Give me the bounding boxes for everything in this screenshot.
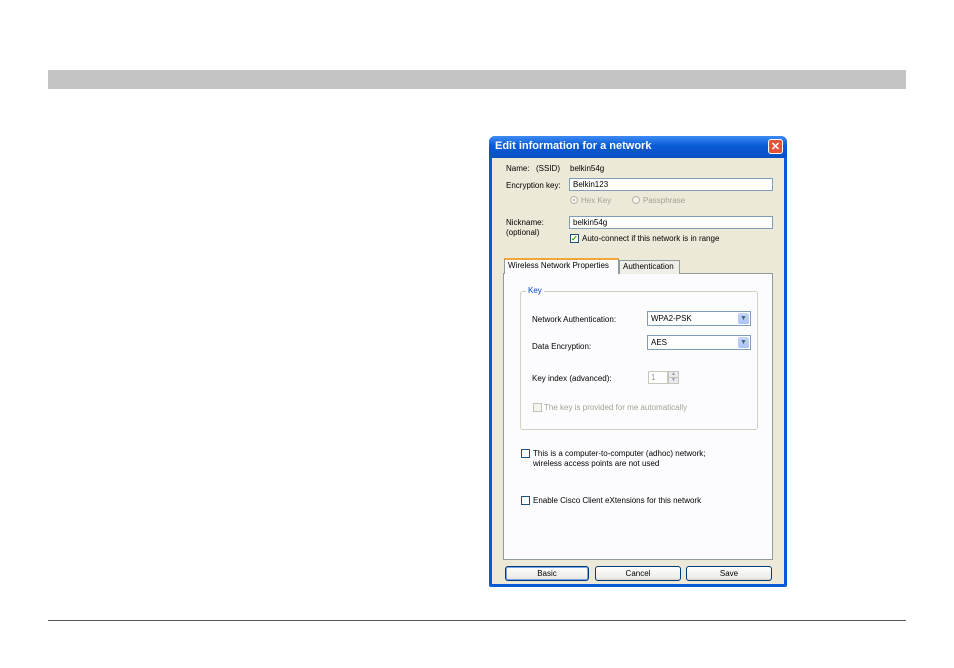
passphrase-radio[interactable]	[632, 196, 640, 204]
chevron-down-icon[interactable]: ▼	[738, 313, 749, 324]
spin-down-icon[interactable]: ▼	[668, 377, 679, 384]
encryption-key-input[interactable]: Belkin123	[569, 178, 773, 191]
key-group-title: Key	[526, 286, 544, 295]
basic-button[interactable]: Basic	[505, 566, 589, 581]
nickname-input[interactable]: belkin54g	[569, 216, 773, 229]
dialog-title-bar[interactable]: Edit information for a network ✕	[489, 136, 787, 158]
auto-connect-checkbox[interactable]: ✓	[570, 234, 579, 243]
ssid-value: belkin54g	[570, 164, 605, 173]
cancel-button[interactable]: Cancel	[595, 566, 681, 581]
auto-connect-label: Auto-connect if this network is in range	[582, 234, 720, 243]
dialog-title: Edit information for a network	[495, 140, 652, 152]
hex-key-label: Hex Key	[581, 196, 612, 205]
adhoc-label-line2: wireless access points are not used	[533, 459, 660, 468]
data-encryption-select[interactable]: AES ▼	[647, 335, 751, 350]
key-index-label: Key index (advanced):	[532, 374, 612, 383]
encryption-key-label: Encryption key:	[506, 181, 561, 190]
auto-key-checkbox[interactable]	[533, 403, 542, 412]
cisco-extensions-label: Enable Cisco Client eXtensions for this …	[533, 496, 702, 505]
nickname-optional-label: (optional)	[506, 228, 540, 237]
data-encryption-label: Data Encryption:	[532, 342, 592, 351]
save-button[interactable]: Save	[686, 566, 772, 581]
key-index-input[interactable]: 1	[648, 371, 668, 384]
auto-key-label: The key is provided for me automatically	[544, 403, 688, 412]
data-encryption-value: AES	[651, 338, 668, 347]
adhoc-label-line1: This is a computer-to-computer (adhoc) n…	[533, 449, 706, 458]
network-authentication-value: WPA2-PSK	[651, 314, 692, 323]
ssid-label: (SSID)	[536, 164, 560, 173]
passphrase-label: Passphrase	[643, 196, 686, 205]
network-authentication-select[interactable]: WPA2-PSK ▼	[647, 311, 751, 326]
page-footer-rule	[48, 620, 906, 621]
name-label: Name:	[506, 164, 530, 173]
cisco-extensions-checkbox[interactable]	[521, 496, 530, 505]
chevron-down-icon[interactable]: ▼	[738, 337, 749, 348]
network-authentication-label: Network Authentication:	[532, 315, 617, 324]
nickname-label: Nickname:	[506, 218, 544, 227]
close-icon[interactable]: ✕	[768, 139, 783, 154]
hex-key-radio[interactable]	[570, 196, 578, 204]
tab-wireless-network-properties[interactable]: Wireless Network Properties	[504, 258, 619, 274]
page-header-bar	[48, 70, 906, 89]
adhoc-checkbox[interactable]	[521, 449, 530, 458]
tab-authentication[interactable]: Authentication	[619, 260, 680, 274]
